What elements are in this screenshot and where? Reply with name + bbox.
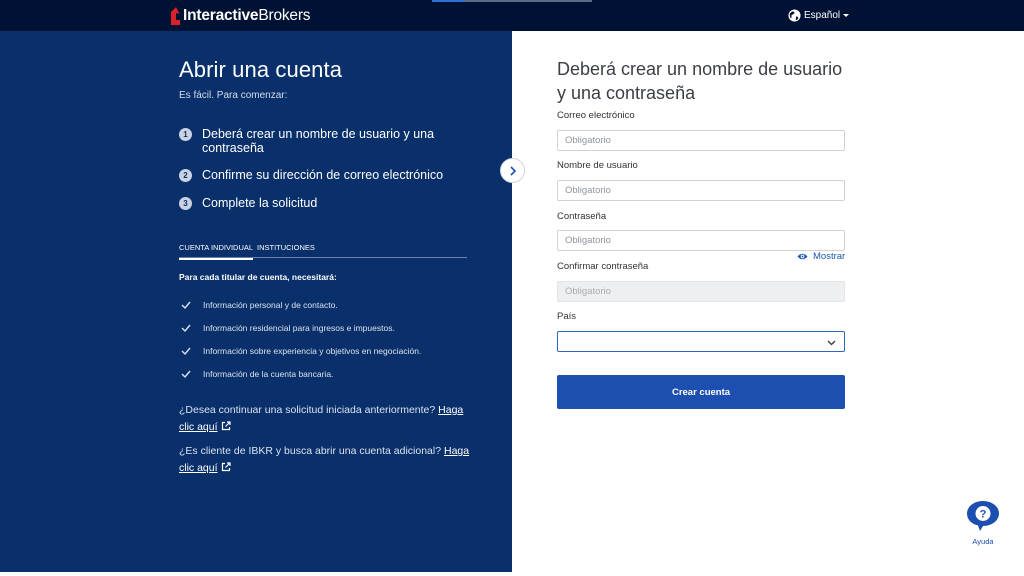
password-field[interactable] — [557, 230, 845, 251]
email-label: Correo electrónico — [557, 110, 635, 121]
top-bar: InteractiveBrokers Español — [0, 0, 1024, 31]
step-number: 2 — [179, 169, 192, 182]
info-panel: Abrir una cuenta Es fácil. Para comenzar… — [0, 31, 512, 572]
tab-institutions[interactable]: INSTITUCIONES — [257, 243, 315, 260]
account-type-tabs: CUENTA INDIVIDUAL INSTITUCIONES — [179, 238, 467, 260]
username-label: Nombre de usuario — [557, 160, 638, 171]
panel-toggle-button[interactable] — [500, 158, 525, 183]
continue-application-text: ¿Desea continuar una solicitud iniciada … — [179, 402, 479, 436]
check-icon — [181, 370, 191, 379]
country-select[interactable] — [557, 331, 845, 352]
continue-question: ¿Desea continuar una solicitud iniciada … — [179, 404, 436, 416]
help-label: Ayuda — [972, 537, 994, 546]
country-label: País — [557, 311, 577, 322]
confirm-password-label: Confirmar contraseña — [557, 261, 649, 272]
requirement-item: Información residencial para ingresos e … — [181, 323, 395, 333]
external-link-icon — [221, 462, 231, 472]
check-icon — [181, 301, 191, 310]
requirement-text: Información personal y de contacto. — [203, 300, 338, 310]
requirements-heading: Para cada titular de cuenta, necesitará: — [179, 272, 337, 282]
requirement-text: Información sobre experiencia y objetivo… — [203, 346, 422, 356]
check-icon — [181, 347, 191, 356]
requirement-item: Información personal y de contacto. — [181, 300, 338, 310]
step-text: Confirme su dirección de correo electrón… — [202, 168, 444, 182]
language-label: Español — [804, 9, 841, 21]
show-password-label: Mostrar — [813, 251, 846, 262]
language-selector[interactable]: Español — [788, 6, 850, 24]
step-number: 1 — [179, 128, 192, 141]
chevron-down-icon — [827, 340, 836, 346]
client-question: ¿Es cliente de IBKR y busca abrir una cu… — [179, 445, 442, 457]
svg-text:?: ? — [980, 509, 987, 521]
globe-icon — [788, 8, 801, 22]
additional-account-text: ¿Es cliente de IBKR y busca abrir una cu… — [179, 443, 479, 477]
page-subtitle: Es fácil. Para comenzar: — [179, 90, 288, 101]
show-password-toggle[interactable]: Mostrar — [797, 251, 845, 262]
requirement-text: Información de la cuenta bancaria. — [203, 369, 334, 379]
question-bubble-icon: ? — [967, 501, 999, 531]
page-title: Abrir una cuenta — [179, 57, 343, 82]
confirm-password-field[interactable] — [557, 281, 845, 302]
form-title: Deberá crear un nombre de usuario y una … — [557, 59, 843, 103]
ib-flame-logo-icon — [171, 7, 180, 25]
logo-wordmark: InteractiveBrokers — [183, 7, 311, 24]
external-link-icon — [221, 421, 231, 431]
step-item: 1 Deberá crear un nombre de usuario y un… — [179, 127, 472, 155]
caret-down-icon — [843, 13, 850, 17]
username-field[interactable] — [557, 180, 845, 201]
step-text: Complete la solicitud — [202, 196, 318, 210]
step-item: 2 Confirme su dirección de correo electr… — [179, 168, 472, 182]
tab-individual-account[interactable]: CUENTA INDIVIDUAL — [179, 243, 254, 260]
step-item: 3 Complete la solicitud — [179, 196, 472, 210]
eye-icon — [797, 253, 808, 260]
create-account-button[interactable]: Crear cuenta — [557, 375, 845, 409]
step-number: 3 — [179, 197, 192, 210]
interactive-brokers-logo[interactable]: InteractiveBrokers — [170, 6, 311, 26]
check-icon — [181, 324, 191, 333]
progress-bar — [432, 0, 592, 2]
email-field[interactable] — [557, 130, 845, 151]
step-text: Deberá crear un nombre de usuario y una … — [202, 127, 435, 155]
chevron-right-icon — [510, 165, 517, 176]
help-widget[interactable]: ? Ayuda — [965, 500, 1001, 546]
password-label: Contraseña — [557, 211, 607, 222]
progress-bar-fill — [432, 0, 464, 2]
requirement-item: Información de la cuenta bancaria. — [181, 369, 333, 379]
requirement-text: Información residencial para ingresos e … — [203, 323, 395, 333]
requirement-item: Información sobre experiencia y objetivo… — [181, 346, 421, 356]
